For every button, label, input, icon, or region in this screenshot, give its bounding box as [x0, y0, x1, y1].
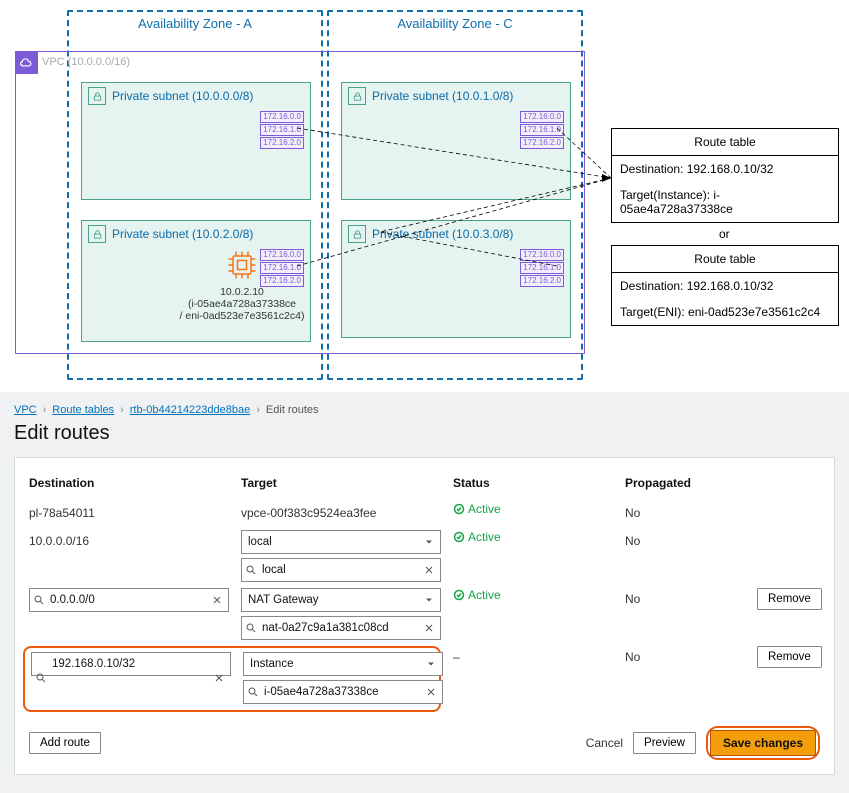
edit-routes-panel: Destination Target Status Propagated pl-… [14, 457, 835, 775]
dest-static: 10.0.0.0/16 [29, 530, 229, 552]
route-table-target: Target(Instance): i-05ae4a728a37338ce [612, 182, 838, 222]
instance-ip: 10.0.2.10 [162, 286, 322, 298]
dest-static: pl-78a54011 [29, 502, 229, 524]
subnet-a2-label: Private subnet (10.0.2.0/8) [112, 227, 253, 241]
close-icon[interactable] [423, 564, 435, 576]
aws-console-panel: VPC Route tables rtb-0b44214223dde8bae E… [0, 392, 849, 793]
lock-icon [348, 225, 366, 243]
subnet-a1-label: Private subnet (10.0.0.0/8) [112, 89, 253, 103]
status-badge: Active [453, 588, 613, 602]
lock-icon [88, 225, 106, 243]
subnet-a2: Private subnet (10.0.2.0/8) 172.16.0.0 1… [81, 220, 311, 342]
chevron-down-icon [423, 536, 435, 548]
architecture-diagram: Availability Zone - A Availability Zone … [0, 0, 849, 380]
search-icon [247, 686, 259, 698]
target-search[interactable] [243, 680, 443, 704]
subnet-c1: Private subnet (10.0.1.0/8) 172.16.0.0 1… [341, 82, 571, 200]
route-table-dest: Destination: 192.168.0.10/32 [612, 273, 838, 299]
target-select[interactable] [243, 652, 443, 676]
close-icon[interactable] [213, 672, 225, 684]
prop-value: No [625, 588, 745, 610]
col-destination: Destination [29, 476, 229, 496]
preview-button[interactable]: Preview [633, 732, 696, 754]
lock-icon [348, 87, 366, 105]
prop-value: No [625, 502, 745, 524]
dest-search[interactable] [31, 652, 231, 676]
search-icon [33, 594, 45, 606]
cpu-icon [224, 247, 260, 283]
subnet-c2: Private subnet (10.0.3.0/8) 172.16.0.0 1… [341, 220, 571, 338]
route-table-box-1: Route table Destination: 192.168.0.10/32… [611, 128, 839, 223]
ec2-instance: 10.0.2.10 (i-05ae4a728a37338ce / eni-0ad… [162, 247, 322, 322]
vpc-icon [16, 52, 38, 74]
col-status: Status [453, 476, 613, 496]
az-a-label: Availability Zone - A [69, 12, 321, 31]
crumb-vpc[interactable]: VPC [14, 404, 37, 416]
route-table-title: Route table [612, 246, 838, 273]
rtb-chips: 172.16.0.0 172.16.1.0 172.16.2.0 [520, 249, 564, 287]
lock-icon [88, 87, 106, 105]
crumb-rtb-id[interactable]: rtb-0b44214223dde8bae [130, 404, 251, 416]
remove-button[interactable]: Remove [757, 588, 822, 610]
rtb-chips: 172.16.0.0 172.16.1.0 172.16.2.0 [520, 111, 564, 149]
highlighted-route-row [23, 646, 441, 712]
search-icon [35, 672, 47, 684]
subnet-c2-label: Private subnet (10.0.3.0/8) [372, 227, 513, 241]
routes-grid: Destination Target Status Propagated pl-… [29, 476, 820, 712]
add-route-button[interactable]: Add route [29, 732, 101, 754]
target-static: vpce-00f383c9524ea3fee [241, 502, 441, 524]
check-circle-icon [453, 503, 465, 515]
route-table-box-2: Route table Destination: 192.168.0.10/32… [611, 245, 839, 326]
save-highlight: Save changes [706, 726, 820, 760]
target-search[interactable] [241, 616, 441, 640]
page-title: Edit routes [14, 422, 835, 445]
instance-id: (i-05ae4a728a37338ce [162, 298, 322, 310]
col-propagated: Propagated [625, 476, 745, 496]
search-icon [245, 622, 257, 634]
vpc-label: VPC (10.0.0.0/16) [42, 56, 130, 68]
dest-search[interactable] [29, 588, 229, 612]
col-target: Target [241, 476, 441, 496]
vpc-container: VPC (10.0.0.0/16) Private subnet (10.0.0… [15, 51, 585, 354]
target-select[interactable] [241, 530, 441, 554]
search-icon [245, 564, 257, 576]
close-icon[interactable] [211, 594, 223, 606]
prop-value: No [625, 530, 745, 552]
prop-value: No [625, 646, 745, 668]
breadcrumb: VPC Route tables rtb-0b44214223dde8bae E… [14, 404, 835, 416]
check-circle-icon [453, 531, 465, 543]
chevron-down-icon [425, 658, 437, 670]
chevron-down-icon [423, 594, 435, 606]
subnet-c1-label: Private subnet (10.0.1.0/8) [372, 89, 513, 103]
status-badge: Active [453, 530, 613, 544]
target-select[interactable] [241, 588, 441, 612]
close-icon[interactable] [423, 622, 435, 634]
crumb-current: Edit routes [266, 404, 319, 416]
remove-button[interactable]: Remove [757, 646, 822, 668]
status-badge: Active [453, 502, 613, 516]
subnet-a1: Private subnet (10.0.0.0/8) 172.16.0.0 1… [81, 82, 311, 200]
cancel-button[interactable]: Cancel [586, 736, 623, 750]
crumb-route-tables[interactable]: Route tables [52, 404, 114, 416]
save-changes-button[interactable]: Save changes [710, 730, 816, 756]
route-table-title: Route table [612, 129, 838, 156]
close-icon[interactable] [425, 686, 437, 698]
rtb-chips: 172.16.0.0 172.16.1.0 172.16.2.0 [260, 111, 304, 149]
check-circle-icon [453, 589, 465, 601]
instance-eni: / eni-0ad523e7e3561c2c4) [162, 310, 322, 322]
az-c-label: Availability Zone - C [329, 12, 581, 31]
route-table-target: Target(ENI): eni-0ad523e7e3561c2c4 [612, 299, 838, 325]
target-search[interactable] [241, 558, 441, 582]
status-dash: – [453, 646, 613, 668]
route-table-dest: Destination: 192.168.0.10/32 [612, 156, 838, 182]
or-label: or [719, 227, 730, 241]
